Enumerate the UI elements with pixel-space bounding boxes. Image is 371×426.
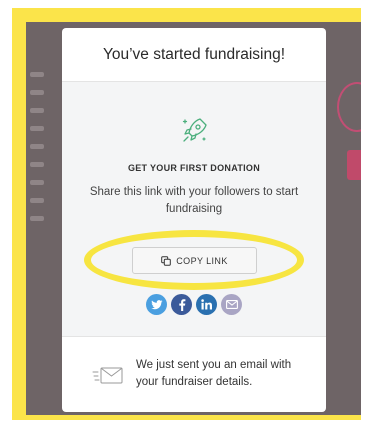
fundraising-modal: You’ve started fundraising! GET YOUR FIR…: [62, 28, 326, 412]
page-backdrop: You’ve started fundraising! GET YOUR FIR…: [26, 22, 361, 415]
email-share-button[interactable]: [221, 294, 242, 315]
modal-header: You’ve started fundraising!: [62, 28, 326, 82]
first-donation-heading: GET YOUR FIRST DONATION: [127, 163, 261, 173]
background-text-fragment: [30, 180, 44, 185]
email-sent-message: We just sent you an email with your fund…: [136, 359, 292, 388]
background-text-fragment: [30, 126, 44, 131]
share-instructions: Share this link with your followers to s…: [89, 186, 299, 215]
modal-body: GET YOUR FIRST DONATION Share this link …: [62, 82, 326, 336]
background-text-fragment: [30, 72, 44, 77]
modal-footer: We just sent you an email with your fund…: [62, 336, 326, 412]
background-decoration: [337, 82, 361, 132]
linkedin-icon: [201, 299, 212, 310]
facebook-icon: [178, 298, 185, 311]
copy-link-button[interactable]: COPY LINK: [132, 247, 257, 274]
linkedin-share-button[interactable]: [196, 294, 217, 315]
background-text-fragment: [30, 108, 44, 113]
yellow-frame: You’ve started fundraising! GET YOUR FIR…: [12, 8, 361, 420]
background-accent: [347, 150, 361, 180]
mail-icon: [92, 367, 123, 384]
background-text-fragment: [30, 162, 44, 167]
email-icon: [225, 300, 238, 309]
social-share-row: [62, 294, 326, 315]
background-text-fragment: [30, 90, 44, 95]
rocket-icon: [182, 118, 207, 142]
twitter-share-button[interactable]: [146, 294, 167, 315]
modal-title: You’ve started fundraising!: [102, 45, 286, 63]
copy-icon: [161, 255, 172, 266]
background-text-fragment: [30, 198, 44, 203]
twitter-icon: [150, 299, 162, 309]
background-text-fragment: [30, 144, 44, 149]
facebook-share-button[interactable]: [171, 294, 192, 315]
background-text-fragment: [30, 216, 44, 221]
copy-link-label: COPY LINK: [176, 255, 228, 266]
